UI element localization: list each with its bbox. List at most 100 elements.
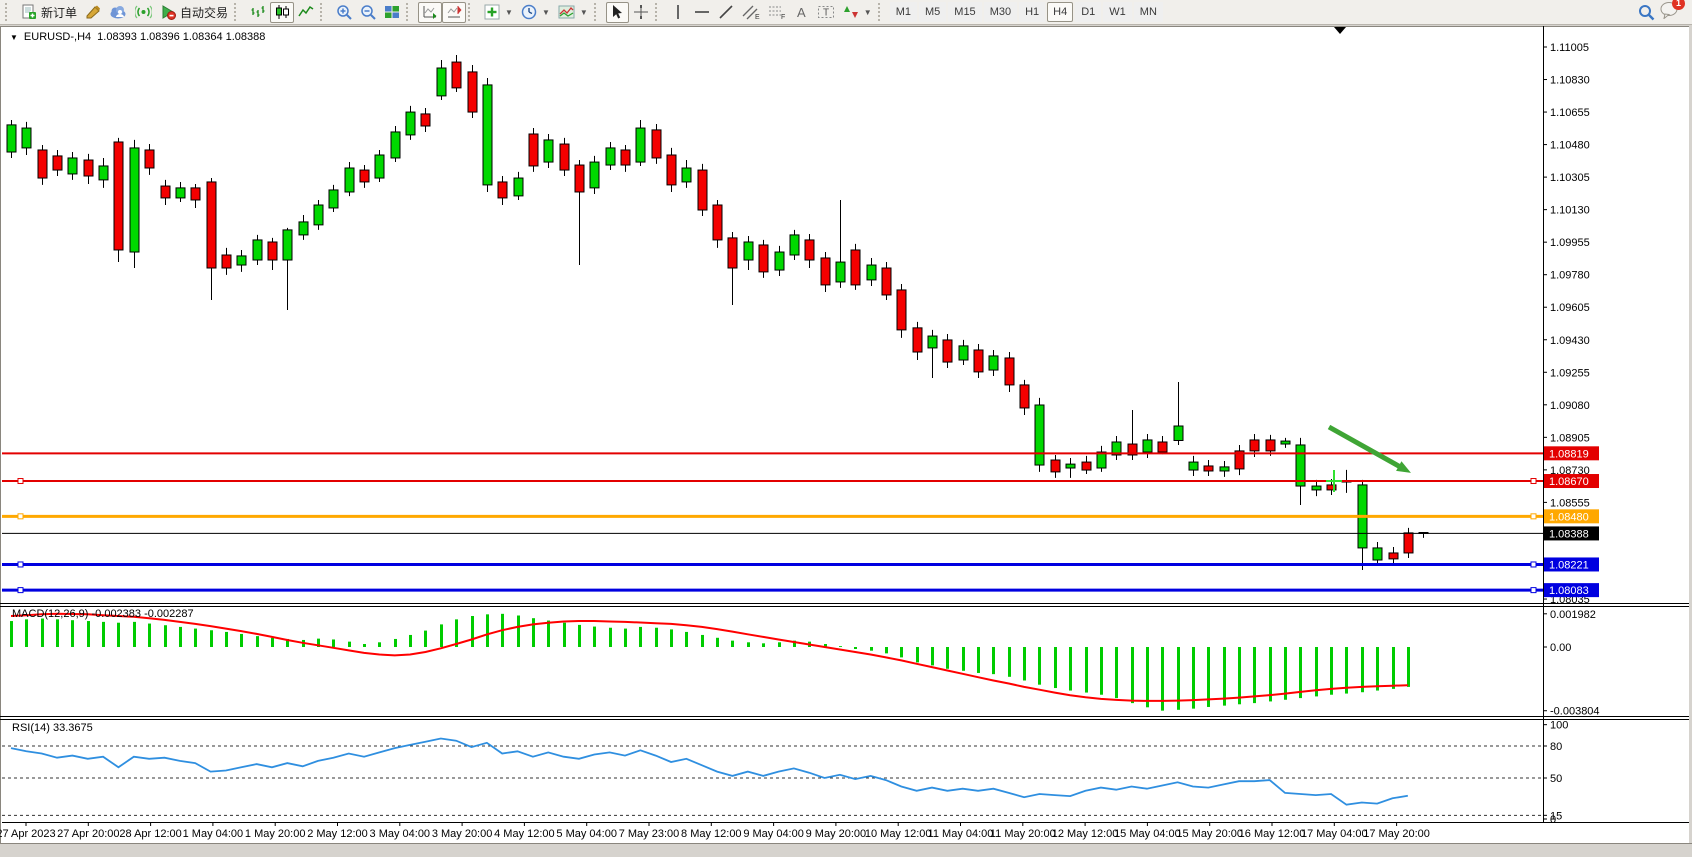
price-tick: 1.08905 [1550,432,1590,444]
candle-body [636,128,645,162]
zoom-out-button[interactable] [356,2,380,23]
price-tick: 1.10480 [1550,140,1590,152]
time-tick: 27 Apr 20:00 [57,828,119,840]
line-handle[interactable] [18,588,23,593]
line-chart-button[interactable] [294,2,318,23]
price-tick: 1.09780 [1550,270,1590,282]
time-tick: 17 May 04:00 [1301,828,1368,840]
chart-shift-button[interactable] [442,2,466,23]
bar-chart-icon [250,4,266,20]
candle-body [959,346,968,360]
timeframe-M15[interactable]: M15 [948,2,981,22]
candle-body [744,242,753,260]
time-tick: 1 May 20:00 [245,828,306,840]
line-handle[interactable] [1531,514,1536,519]
candle-body [114,142,123,250]
price-tick: 1.09255 [1550,367,1590,379]
macd-axis-tick: 0.001982 [1550,609,1596,621]
rsi-axis-tick: 100 [1550,720,1568,732]
candle-body [836,262,845,282]
arrows-button[interactable]: ▼ [839,2,876,23]
zoom-in-button[interactable] [332,2,356,23]
candle-body [544,140,553,162]
candle-body [22,128,31,148]
candle-body [1035,405,1044,465]
signals-icon [135,4,152,20]
timeframe-D1[interactable]: D1 [1075,2,1101,22]
line-handle[interactable] [18,562,23,567]
text-button[interactable]: A [790,2,813,23]
candle-body [452,62,461,88]
chart-shift-marker[interactable] [1334,27,1346,34]
price-tick: 1.10305 [1550,172,1590,184]
time-tick: 27 Apr 2023 [0,828,56,840]
trend-arrow-line[interactable] [1329,427,1404,469]
candle-body [1312,486,1321,490]
candle-body [314,205,323,225]
candle-body [68,158,77,174]
candlestick-chart-button[interactable] [270,2,294,23]
timeframe-W1[interactable]: W1 [1103,2,1132,22]
arrows-icon [843,4,859,20]
candle-body [1204,466,1213,471]
crayon-button[interactable] [81,2,105,23]
candle-body [682,168,691,182]
line-handle[interactable] [1531,588,1536,593]
trendline-button[interactable] [714,2,738,23]
line-handle[interactable] [18,514,23,519]
toolbar-grip [655,3,663,21]
tile-windows-button[interactable] [380,2,404,23]
time-tick: 16 May 12:00 [1239,828,1306,840]
time-tick: 1 May 04:00 [183,828,244,840]
timeframe-M30[interactable]: M30 [984,2,1017,22]
rsi-axis-tick: 0 [1550,814,1556,826]
line-handle[interactable] [18,479,23,484]
price-tag-text: 1.08083 [1549,585,1589,597]
candle-body [1220,467,1229,471]
auto-scroll-button[interactable] [418,2,442,23]
time-tick: 11 May 20:00 [990,828,1056,840]
fibonacci-button[interactable]: F [764,2,790,23]
hlines-layer [2,453,1543,592]
time-tick: 15 May 04:00 [1114,828,1181,840]
line-handle[interactable] [1531,479,1536,484]
autotrade-button[interactable]: 自动交易 [156,2,232,23]
timeframe-MN[interactable]: MN [1134,2,1163,22]
channel-button[interactable]: E [738,2,764,23]
candle-body [667,155,676,185]
mt4-application: { "toolbar": { "new_order_label": "新订单",… [0,0,1692,857]
templates-button[interactable]: ▼ [554,2,592,23]
line-handle[interactable] [1531,562,1536,567]
timeframe-M5[interactable]: M5 [919,2,946,22]
timeframe-H4[interactable]: H4 [1047,2,1073,22]
vertical-line-button[interactable] [667,2,690,23]
symbol-dropdown-icon[interactable]: ▼ [10,33,18,42]
candle-body [161,186,170,198]
horizontal-line-button[interactable] [690,2,714,23]
timeframe-M1[interactable]: M1 [890,2,917,22]
candle-body [606,148,615,165]
time-tick: 5 May 04:00 [556,828,617,840]
candle-body [867,265,876,280]
chevron-down-icon: ▼ [864,8,872,17]
indicators-button[interactable]: ▼ [480,2,517,23]
crosshair-button[interactable] [629,2,653,23]
window-bottom-edge[interactable] [0,843,1692,857]
cursor-button[interactable] [606,2,629,23]
new-order-button[interactable]: 新订单 [17,2,81,23]
label-button[interactable]: T [813,2,839,23]
bar-chart-button[interactable] [246,2,270,23]
search-button[interactable] [1634,2,1659,23]
auto-scroll-icon [422,4,438,20]
candle-body [943,340,952,362]
zoom-out-icon [360,4,376,20]
timeframe-H1[interactable]: H1 [1019,2,1045,22]
candle-body [1189,462,1198,470]
rsi-indicator-label: RSI(14) 33.3675 [12,722,93,734]
signals-button[interactable] [131,2,156,23]
chat-button[interactable]: 1 [1659,1,1679,24]
chart-canvas[interactable]: 1.110051.108301.106551.104801.103051.101… [0,0,1692,857]
periods-button[interactable]: ▼ [517,2,554,23]
toolbar-grip [594,3,602,21]
community-button[interactable] [105,2,131,23]
